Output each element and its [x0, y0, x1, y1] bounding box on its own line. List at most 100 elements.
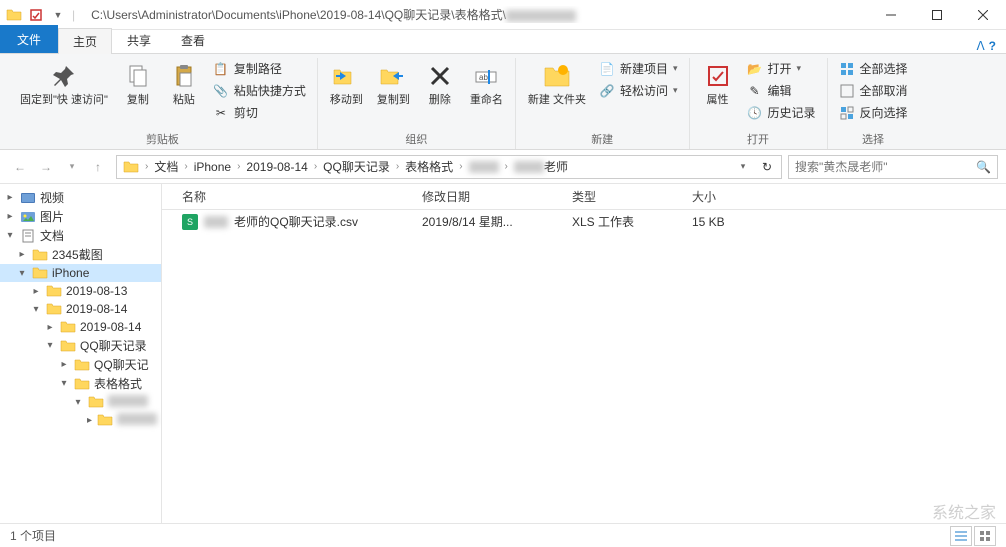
- edit-button[interactable]: ✎编辑: [742, 80, 821, 101]
- tree-item[interactable]: ▸2019-08-13: [0, 282, 161, 300]
- paste-button[interactable]: 粘贴: [162, 58, 206, 109]
- copy-button[interactable]: 复制: [116, 58, 160, 109]
- tree-item-label: [117, 413, 157, 428]
- nav-back-button[interactable]: ←: [8, 155, 32, 179]
- tree-caret-icon[interactable]: ▸: [4, 192, 16, 203]
- select-none-icon: [839, 83, 855, 99]
- tree-caret-icon[interactable]: ▾: [44, 340, 56, 351]
- tree-caret-icon[interactable]: ▾: [72, 397, 84, 408]
- tree-item-label: 视频: [40, 189, 64, 206]
- invert-selection-button[interactable]: 反向选择: [834, 102, 913, 123]
- tree-item[interactable]: ▸QQ聊天记: [0, 355, 161, 374]
- tree-item[interactable]: ▾2019-08-14: [0, 300, 161, 318]
- folder-icon: [60, 319, 76, 335]
- search-input[interactable]: [795, 160, 976, 174]
- new-folder-icon: [541, 60, 573, 92]
- new-folder-button[interactable]: 新建 文件夹: [522, 58, 592, 109]
- tree-item[interactable]: ▸ 视频: [0, 188, 161, 207]
- maximize-button[interactable]: [914, 0, 960, 30]
- ribbon-collapse-icon[interactable]: ᐱ: [976, 39, 984, 53]
- tree-item[interactable]: ▸2345截图: [0, 245, 161, 264]
- nav-forward-button[interactable]: →: [34, 155, 58, 179]
- view-icons-button[interactable]: [974, 526, 996, 546]
- history-button[interactable]: 🕓历史记录: [742, 102, 821, 123]
- tree-caret-icon[interactable]: ▾: [4, 230, 16, 241]
- qat-properties-icon[interactable]: [28, 7, 44, 23]
- view-details-button[interactable]: [950, 526, 972, 546]
- tab-home[interactable]: 主页: [58, 28, 112, 54]
- easy-access-button[interactable]: 🔗轻松访问 ▾: [594, 80, 683, 101]
- tree-item[interactable]: ▾ iPhone: [0, 264, 161, 282]
- tree-item[interactable]: ▾ 文档: [0, 226, 161, 245]
- tree-caret-icon[interactable]: ▾: [16, 268, 28, 279]
- file-size: 15 KB: [692, 215, 792, 229]
- tab-file[interactable]: 文件: [0, 25, 58, 53]
- xls-file-icon: S: [182, 214, 198, 230]
- col-header-type[interactable]: 类型: [572, 188, 692, 205]
- tree-item[interactable]: ▸: [0, 411, 161, 429]
- open-button[interactable]: 📂打开 ▾: [742, 58, 821, 79]
- tree-caret-icon[interactable]: ▾: [30, 304, 42, 315]
- search-icon[interactable]: 🔍: [976, 160, 991, 174]
- tree-item[interactable]: ▸图片: [0, 207, 161, 226]
- open-icon: 📂: [747, 61, 763, 77]
- col-header-size[interactable]: 大小: [692, 188, 792, 205]
- breadcrumb-qq[interactable]: QQ聊天记录: [319, 156, 394, 178]
- qat-dropdown-icon[interactable]: ▼: [50, 7, 66, 23]
- select-none-button[interactable]: 全部取消: [834, 80, 913, 101]
- tree-caret-icon[interactable]: ▸: [58, 359, 70, 370]
- delete-button[interactable]: 删除: [418, 58, 462, 109]
- tree-item-label: iPhone: [52, 266, 89, 280]
- file-date: 2019/8/14 星期...: [422, 213, 572, 230]
- tree-item-label: QQ聊天记录: [80, 337, 147, 354]
- nav-recent-dropdown[interactable]: ▾: [60, 155, 84, 179]
- tree-caret-icon[interactable]: ▾: [58, 378, 70, 389]
- search-box[interactable]: 🔍: [788, 155, 998, 179]
- tree-caret-icon[interactable]: ▸: [30, 286, 42, 297]
- tab-share[interactable]: 共享: [112, 27, 166, 53]
- move-to-button[interactable]: 移动到: [324, 58, 369, 109]
- address-bar[interactable]: › 文档› iPhone› 2019-08-14› QQ聊天记录› 表格格式› …: [116, 155, 782, 179]
- tree-item[interactable]: ▸2019-08-14: [0, 318, 161, 336]
- tab-view[interactable]: 查看: [166, 27, 220, 53]
- tree-item[interactable]: ▾表格格式: [0, 374, 161, 393]
- minimize-button[interactable]: [868, 0, 914, 30]
- tree-item[interactable]: ▾ QQ聊天记录: [0, 336, 161, 355]
- cut-button[interactable]: ✂剪切: [208, 102, 311, 123]
- file-name: 老师的QQ聊天记录.csv: [234, 213, 358, 230]
- properties-button[interactable]: 属性: [696, 58, 740, 109]
- tree-caret-icon[interactable]: ▸: [86, 415, 93, 426]
- tree-caret-icon[interactable]: ▸: [44, 322, 56, 333]
- rename-button[interactable]: ab 重命名: [464, 58, 509, 109]
- paste-shortcut-button[interactable]: 📎粘贴快捷方式: [208, 80, 311, 101]
- breadcrumb-teacher[interactable]: 老师: [510, 156, 572, 178]
- select-all-button[interactable]: 全部选择: [834, 58, 913, 79]
- col-header-name[interactable]: 名称: [162, 188, 422, 205]
- breadcrumb-date[interactable]: 2019-08-14: [242, 156, 311, 178]
- file-row[interactable]: S老师的QQ聊天记录.csv2019/8/14 星期...XLS 工作表15 K…: [162, 210, 1006, 233]
- new-item-button[interactable]: 📄新建项目 ▾: [594, 58, 683, 79]
- tree-item[interactable]: ▾: [0, 393, 161, 411]
- addr-dropdown-icon[interactable]: ▾: [731, 161, 755, 172]
- open-group-label: 打开: [747, 129, 769, 149]
- addr-root-icon[interactable]: [119, 156, 143, 178]
- tree-caret-icon[interactable]: ▸: [4, 211, 16, 222]
- navigation-tree[interactable]: ▸ 视频▸图片 ▾ 文档▸2345截图 ▾ iPhone ▸2019-08-13▾2019-…: [0, 184, 162, 523]
- help-icon[interactable]: ?: [989, 39, 996, 53]
- cut-icon: ✂: [213, 105, 229, 121]
- breadcrumb-documents[interactable]: 文档: [150, 156, 182, 178]
- copy-icon: [122, 60, 154, 92]
- copy-path-button[interactable]: 📋复制路径: [208, 58, 311, 79]
- tree-item-label: 文档: [40, 227, 64, 244]
- breadcrumb-iphone[interactable]: iPhone: [190, 156, 235, 178]
- breadcrumb-format[interactable]: 表格格式: [401, 156, 457, 178]
- pin-to-quick-access-button[interactable]: 固定到"快 速访问": [14, 58, 114, 109]
- tree-caret-icon[interactable]: ▸: [16, 249, 28, 260]
- copy-to-button[interactable]: 复制到: [371, 58, 416, 109]
- nav-up-button[interactable]: ↑: [86, 155, 110, 179]
- col-header-date[interactable]: 修改日期: [422, 188, 572, 205]
- refresh-icon[interactable]: ↻: [755, 160, 779, 174]
- folder-icon: [32, 247, 48, 263]
- close-button[interactable]: [960, 0, 1006, 30]
- breadcrumb-blurred[interactable]: [465, 156, 503, 178]
